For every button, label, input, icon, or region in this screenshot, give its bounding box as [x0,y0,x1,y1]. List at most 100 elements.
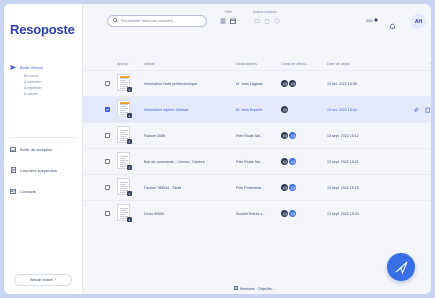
row-recipient: M. Jean Expédit [236,108,262,112]
sidebar-nav-outbox: Boîte d'envoi En cours À contrôler À imp… [10,61,78,97]
search-placeholder: Rechercher dans vos courriers... [121,19,176,23]
column-header-channel[interactable]: Canal de diffusi... [281,62,309,66]
app-window: Resoposte Boîte d'envoi En cours À contr… [4,4,431,294]
copy-icon[interactable] [424,106,431,114]
channel-icons [281,158,297,165]
document-thumbnail[interactable]: 2 [117,74,132,92]
document-icon [10,167,16,173]
document-thumbnail[interactable]: 2 [117,100,132,118]
table-row[interactable]: 1 Facture 785044 - S&dit Pôle Partenaria..… [83,174,431,200]
footer-links[interactable]: Mentions · Objectifs... [234,286,275,291]
help-button[interactable]: Besoin d'aide ? [14,274,72,286]
table-row[interactable]: 1 Devis 00050 Société Entrée s... 13 sept. … [83,200,431,226]
row-checkbox[interactable] [105,107,110,112]
page-count-badge: 2 [127,113,132,118]
page-count-badge: 2 [127,87,132,92]
search-input[interactable]: Rechercher dans vos courriers... [107,15,207,27]
bulk-archive-icon[interactable] [274,18,280,24]
more-columns-icon[interactable]: ··· [429,62,431,66]
filter-list-icon[interactable] [220,18,226,24]
column-header-title[interactable]: Intitulé [144,62,155,66]
row-date: 13 oct. 2022 15:35 [327,82,357,86]
postal-channel-icon [281,158,288,165]
channel-icons [281,210,297,217]
sidebar-item-outbox[interactable]: Boîte d'envoi [10,61,78,73]
row-recipient: M. Jean Lagarde [236,82,263,86]
row-actions: ··· [413,106,431,114]
row-title: Bon de commande - Cerviot - Octobre [144,160,205,164]
channel-icons [281,80,297,87]
row-checkbox[interactable] [105,211,110,216]
bulk-print-icon[interactable] [254,18,260,24]
table-row[interactable]: 2 Information repérer Adresse M. Jean Expé… [83,96,431,122]
top-header: Rechercher dans vos courriers... Filtre … [83,4,431,36]
document-thumbnail[interactable]: 1 [117,204,132,222]
row-date: 13 sept. 2022 15:12 [327,134,359,138]
sidebar-item-label: Contacts [20,188,36,194]
filter-label: Filtre [225,10,233,14]
coin-icon [374,18,378,23]
row-title: Facture 785044 - S&dit [144,186,181,190]
sidebar-sub-to-validate[interactable]: À valider [10,91,78,97]
row-checkbox[interactable] [105,81,110,86]
document-thumbnail[interactable]: 1 [117,126,132,144]
table-row[interactable]: 1 Bon de commande - Cerviot - Octobre Pôle… [83,148,431,174]
grid-icon [234,286,238,291]
table-row[interactable]: 1 Facture 3085 Pôle Étude Sal... 13 sept. 2… [83,122,431,148]
column-header-recipients[interactable]: Destinataires [236,62,257,66]
footer-label: Mentions · Objectifs... [240,286,275,291]
postal-channel-icon [281,80,288,87]
sidebar-item-suspended[interactable]: Courriers suspendus [10,164,78,176]
column-header-preview[interactable]: Aperçu [117,62,128,66]
send-icon [10,64,16,70]
contacts-icon [10,188,16,194]
page-count-badge: 1 [127,217,132,222]
table-header: Aperçu Intitulé Destinataires Canal de d… [83,59,431,69]
channel-icons [281,184,297,191]
attach-icon[interactable] [413,106,421,114]
app-logo: Resoposte [10,22,75,37]
row-recipient: Société Entrée s... [236,212,266,216]
row-checkbox[interactable] [105,185,110,190]
postal-channel-icon [289,80,296,87]
postal-channel-icon [281,106,288,113]
row-recipient: Pôle Partenaria... [236,186,264,190]
credit-balance-value: 200 [366,18,373,23]
channel-icons [281,132,297,139]
inbox-icon [10,146,16,152]
send-icon [395,261,407,274]
avatar[interactable]: AH [411,14,426,29]
bulk-delete-icon[interactable] [264,18,270,24]
row-title: Facture 3085 [144,134,166,138]
sidebar-item-inbox[interactable]: Boîte de réception [10,143,78,155]
sidebar: Resoposte Boîte d'envoi En cours À contr… [4,4,83,294]
document-thumbnail[interactable]: 1 [117,178,132,196]
search-icon [113,18,118,24]
calendar-icon[interactable] [230,18,236,24]
credit-balance[interactable]: 200 [366,18,378,23]
channel-icons [281,106,289,113]
column-header-date[interactable]: Date de dépôt [327,62,350,66]
page-count-badge: 1 [127,139,132,144]
email-channel-icon [289,184,296,191]
page-count-badge: 1 [127,165,132,170]
row-title: Devis 00050 [144,212,164,216]
row-date: 13 sept. 2022 15:34 [327,212,359,216]
postal-channel-icon [281,132,288,139]
row-checkbox[interactable] [105,159,110,164]
table-row[interactable]: 2 Information l'acte préélectronique M. Je… [83,70,431,96]
bulk-actions-label: Actions multiples [253,10,277,14]
sidebar-item-label: Courriers suspendus [20,167,57,173]
row-date: 13 sept. 2022 15:15 [327,186,359,190]
row-date: 13 sept. 2022 15:21 [327,160,359,164]
postal-channel-icon [281,210,288,217]
row-title: Information l'acte préélectronique [144,82,198,86]
sidebar-item-contacts[interactable]: Contacts [10,185,78,197]
bell-icon[interactable] [389,17,396,35]
compose-button[interactable] [387,253,415,281]
sidebar-nav-main: Boîte de réception Courriers suspendus C… [10,143,78,197]
email-channel-icon [289,132,296,139]
row-checkbox[interactable] [105,133,110,138]
document-thumbnail[interactable]: 1 [117,152,132,170]
row-title: Information repérer Adresse [144,108,189,112]
